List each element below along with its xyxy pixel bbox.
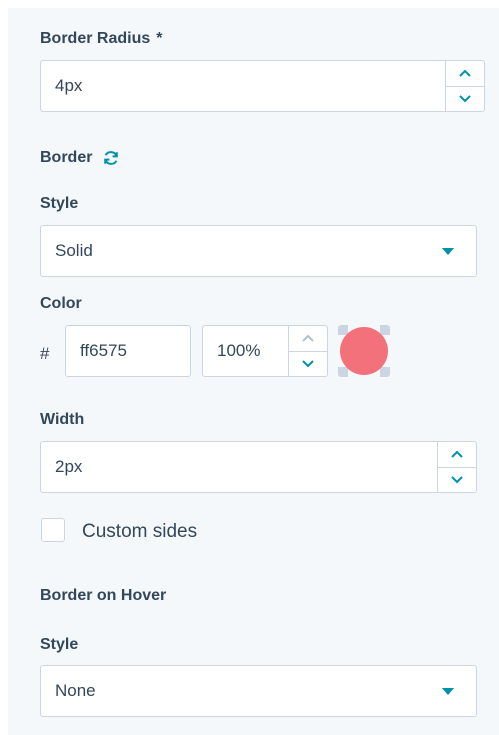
border-color-label: Color [40,295,82,312]
swatch-corner [380,367,390,377]
border-radius-stepper [445,61,484,111]
chevron-down-icon [451,476,463,484]
border-radius-value: 4px [55,76,83,95]
border-style-value: Solid [55,241,93,260]
chevron-up-icon [459,69,471,77]
opacity-stepper [288,326,327,376]
border-hover-style-label: Style [40,636,79,653]
chevron-up-icon [451,450,463,458]
required-mark: * [156,30,163,47]
border-hover-section-label: Border on Hover [40,587,167,604]
border-width-decrement-button[interactable] [438,466,476,493]
swatch-corner [338,367,348,377]
opacity-increment-button[interactable] [289,326,327,351]
chevron-down-icon [302,360,314,368]
border-settings-panel: Border Radius * 4px Border Style Solid C… [8,8,499,735]
custom-sides-checkbox[interactable] [41,518,65,542]
opacity-decrement-button[interactable] [289,350,327,377]
border-radius-decrement-button[interactable] [446,85,484,112]
chevron-up-icon [302,334,314,342]
border-section-label: Border [40,149,120,167]
border-hover-style-select[interactable]: None [40,665,477,717]
chevron-down-icon [459,95,471,103]
border-width-value: 2px [55,457,83,476]
custom-sides-label: Custom sides [82,521,198,542]
hash-symbol: # [40,344,50,363]
border-width-increment-button[interactable] [438,442,476,467]
border-radius-label: Border Radius * [40,30,162,48]
border-section-label-text: Border [40,149,93,166]
border-width-input[interactable]: 2px [40,441,477,493]
color-opacity-input[interactable]: 100% [202,325,328,377]
caret-down-icon [442,688,454,695]
caret-down-icon [442,248,454,255]
border-style-select[interactable]: Solid [40,225,477,277]
color-hex-value: ff6575 [80,341,127,360]
color-swatch [340,327,388,375]
border-hover-style-value: None [55,681,96,700]
border-radius-increment-button[interactable] [446,61,484,86]
border-radius-input[interactable]: 4px [40,60,485,112]
border-radius-label-text: Border Radius [40,30,151,47]
border-width-label: Width [40,411,85,428]
border-style-label: Style [40,195,79,212]
swatch-corner [380,325,390,335]
refresh-icon[interactable] [102,149,120,167]
color-hex-input[interactable]: ff6575 [65,325,191,377]
color-swatch-picker[interactable] [338,325,390,377]
border-width-stepper [437,442,476,492]
